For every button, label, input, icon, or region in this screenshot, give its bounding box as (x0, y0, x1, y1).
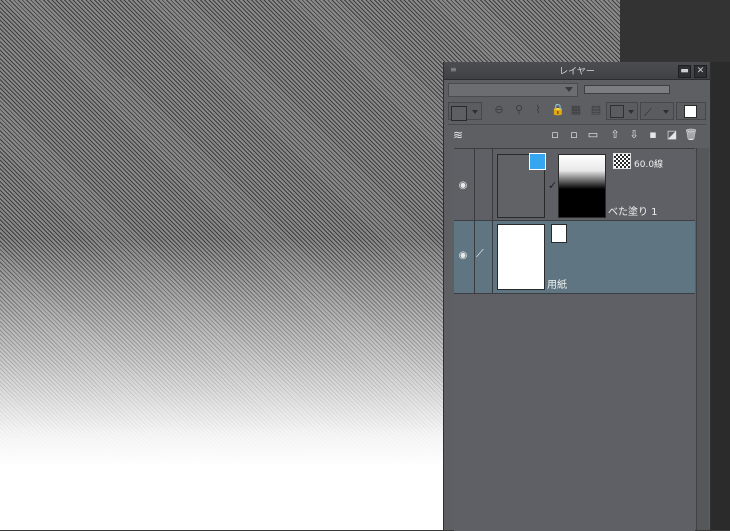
layer-name: べた塗り 1 (608, 207, 658, 218)
new-raster-layer-icon[interactable]: ▫ (548, 128, 562, 142)
new-folder-icon[interactable]: ▭ (586, 128, 600, 142)
create-mask-icon[interactable]: ▪ (646, 128, 660, 142)
blend-opacity-row (448, 82, 706, 98)
delete-layer-icon[interactable]: 🗑 (684, 128, 698, 142)
mask-thumbnail[interactable] (558, 154, 606, 218)
close-icon[interactable]: ✕ (694, 65, 707, 78)
layer-tone-info: 60.0線 (634, 160, 664, 170)
paper-layer-icon (551, 224, 567, 243)
reference-layer-icon[interactable]: ⚲ (510, 102, 528, 118)
minimize-icon[interactable]: ▬ (678, 65, 691, 78)
lock-icon[interactable]: 🔒 (550, 102, 566, 118)
clip-icon[interactable]: ▤ (588, 102, 604, 118)
blend-mode-select[interactable] (448, 83, 578, 97)
mask-icon (610, 105, 624, 118)
chevron-down-icon (663, 110, 669, 114)
layer-name: 用紙 (547, 280, 567, 291)
white-swatch (684, 105, 697, 118)
mask-enable-button[interactable] (606, 102, 638, 120)
new-vector-layer-icon[interactable]: ▫ (567, 128, 581, 142)
pen-icon[interactable]: ⟋ (476, 247, 484, 261)
layer-row[interactable]: ◉ ✓ 60.0線 べた塗り 1 (454, 149, 695, 221)
apply-mask-icon[interactable]: ◪ (665, 128, 679, 142)
layer-thumbnail (497, 224, 545, 290)
ruler-icon: ⟋ (644, 106, 652, 119)
column-divider (474, 221, 475, 293)
ruler-display-button[interactable]: ⟋ (640, 102, 674, 120)
eye-icon[interactable]: ◉ (457, 181, 469, 191)
tone-icon (613, 153, 631, 169)
eye-icon[interactable]: ◉ (457, 251, 469, 261)
chevron-down-icon (565, 87, 573, 92)
layer-list-scrollbar[interactable] (696, 148, 709, 530)
transfer-down-icon[interactable]: ⇩ (627, 128, 641, 142)
layer-row-selected[interactable]: ◉ ⟋ 用紙 (454, 221, 695, 294)
layer-command-bar: ≋ ▫ ▫ ▭ ⇧ ⇩ ▪ ◪ 🗑 (448, 124, 706, 145)
chevron-down-icon (628, 110, 634, 114)
layer-stack-icon[interactable]: ≋ (451, 128, 465, 142)
layer-property-toolbar: ⊖ ⚲ ⌇ 🔒 ▦ ▤ ⟋ (448, 100, 706, 122)
layer-list: ◉ ✓ 60.0線 べた塗り 1 ◉ ⟋ 用紙 (454, 148, 695, 531)
color-swatch-icon (451, 106, 467, 121)
transfer-up-icon[interactable]: ⇧ (608, 128, 622, 142)
layer-palette: ≡ レイヤー ▬ ✕ ⊖ ⚲ ⌇ 🔒 ▦ ▤ ⟋ ≋ ▫ ▫ ▭ ⇧ ⇩ ▪ ◪… (443, 62, 711, 531)
lock-transparent-icon[interactable]: ▦ (568, 102, 584, 118)
side-dock-strip (708, 62, 730, 530)
palette-titlebar[interactable]: ≡ レイヤー ▬ ✕ (444, 62, 710, 80)
column-divider (492, 221, 493, 293)
draft-layer-icon[interactable]: ⊖ (490, 102, 508, 118)
layer-color-button[interactable] (676, 102, 706, 120)
expression-color-button[interactable] (448, 102, 482, 121)
chevron-down-icon (472, 110, 478, 114)
opacity-slider[interactable] (584, 85, 670, 94)
checkmark-icon: ✓ (548, 179, 558, 192)
palette-title: レイヤー (559, 67, 595, 77)
edit-icon[interactable]: ⌇ (530, 102, 546, 118)
column-divider (492, 149, 493, 220)
column-divider (474, 149, 475, 220)
fill-layer-icon (529, 153, 546, 170)
